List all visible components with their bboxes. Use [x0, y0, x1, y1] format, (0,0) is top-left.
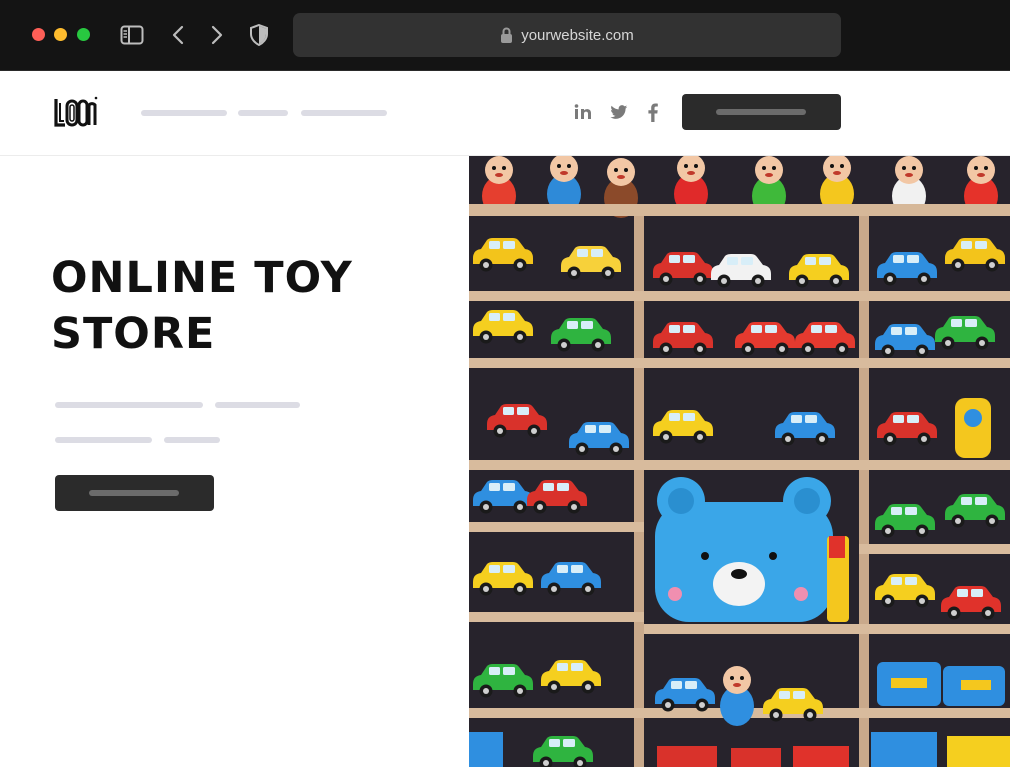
browser-chrome: yourwebsite.com	[0, 0, 1010, 71]
text-placeholder-line	[55, 437, 152, 443]
button-label-placeholder	[716, 109, 806, 115]
button-label-placeholder	[89, 490, 179, 496]
site-header	[0, 71, 1010, 156]
close-window-button[interactable]	[32, 28, 45, 41]
url-text: yourwebsite.com	[521, 26, 634, 44]
sidebar-icon[interactable]	[120, 23, 144, 47]
hero-cta-button[interactable]	[55, 475, 214, 511]
nav-link-placeholder[interactable]	[238, 110, 288, 116]
hero-title-line: ONLINE TOY	[51, 253, 353, 303]
text-placeholder-line	[55, 402, 203, 408]
text-placeholder-line	[215, 402, 300, 408]
hero-image	[469, 156, 1010, 767]
forward-icon[interactable]	[205, 23, 229, 47]
facebook-icon[interactable]	[642, 101, 664, 123]
text-placeholder-line	[164, 437, 220, 443]
lock-icon	[501, 27, 513, 43]
address-bar[interactable]: yourwebsite.com	[293, 13, 841, 57]
twitter-icon[interactable]	[608, 101, 630, 123]
hero-title: ONLINE TOY STORE	[51, 250, 451, 362]
site-logo[interactable]	[54, 95, 98, 134]
nav-link-placeholder[interactable]	[141, 110, 227, 116]
minimize-window-button[interactable]	[54, 28, 67, 41]
shield-icon[interactable]	[247, 23, 271, 47]
nav-link-placeholder[interactable]	[301, 110, 387, 116]
maximize-window-button[interactable]	[77, 28, 90, 41]
header-cta-button[interactable]	[682, 94, 841, 130]
hero-title-line: STORE	[51, 309, 216, 359]
linkedin-icon[interactable]	[572, 101, 594, 123]
back-icon[interactable]	[166, 23, 190, 47]
toy-shelves-illustration	[469, 156, 1010, 767]
